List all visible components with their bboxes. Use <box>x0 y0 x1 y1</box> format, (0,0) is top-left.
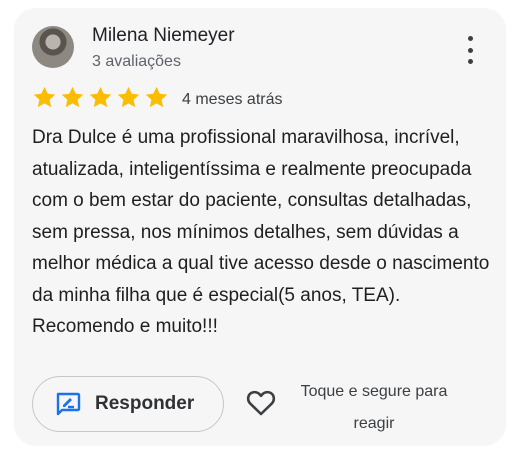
more-vert-icon <box>467 36 473 41</box>
avatar[interactable] <box>32 26 74 68</box>
author-review-count: 3 avaliações <box>92 53 181 70</box>
star-icon <box>33 86 56 108</box>
star-icon <box>61 86 84 108</box>
review-time: 4 meses atrás <box>182 91 283 108</box>
rate-review-icon <box>56 392 81 416</box>
heart-outline-icon[interactable] <box>246 389 276 417</box>
more-options-button[interactable] <box>460 36 480 64</box>
review-card: Milena Niemeyer 3 avaliações 4 meses atr… <box>14 8 506 446</box>
star-rating <box>32 85 169 110</box>
star-icon <box>145 86 168 108</box>
star-icon <box>117 86 140 108</box>
star-icon <box>89 86 112 108</box>
review-text: Dra Dulce é uma profissional maravilhosa… <box>32 127 490 337</box>
reply-button-label: Responder <box>95 393 195 414</box>
author-name[interactable]: Milena Niemeyer <box>92 25 235 47</box>
react-hint: Toque e segure para reagir <box>300 383 448 432</box>
reply-button[interactable]: Responder <box>32 376 224 432</box>
